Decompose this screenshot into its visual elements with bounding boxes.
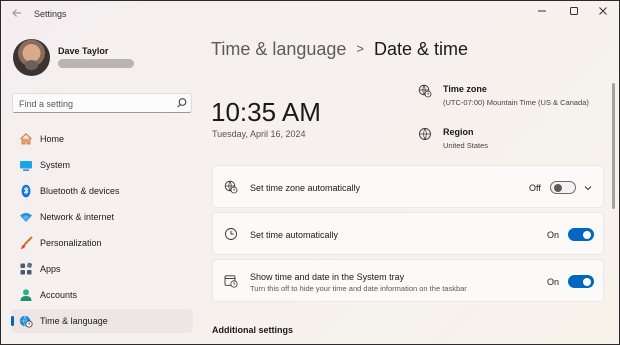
close-button[interactable]: [592, 5, 614, 21]
setting-label: Show time and date in the System tray: [250, 272, 405, 282]
redacted-email: [58, 59, 134, 68]
timezone-value: (UTC-07:00) Mountain Time (US & Canada): [443, 98, 589, 107]
search-input[interactable]: [19, 97, 169, 110]
globe-clock-icon: [418, 84, 432, 98]
brush-icon: [20, 236, 33, 249]
globe-sync-icon: [224, 180, 238, 194]
region-value: United States: [443, 141, 489, 150]
setting-description: Turn this off to hide your time and date…: [250, 284, 467, 293]
sidebar-item-label: Personalization: [40, 238, 102, 248]
search-icon: [177, 98, 187, 108]
maximize-button[interactable]: [563, 5, 585, 21]
close-icon: [599, 7, 607, 15]
current-time: 10:35 AM: [211, 97, 321, 127]
setting-label: Set time zone automatically: [250, 183, 361, 193]
sidebar-item-system[interactable]: System: [11, 153, 193, 177]
sidebar-item-label: Bluetooth & devices: [40, 186, 120, 196]
person-icon: [20, 289, 32, 301]
maximize-icon: [570, 7, 578, 15]
sidebar-item-label: System: [40, 160, 71, 170]
setting-card-time-auto[interactable]: Set time automatically On: [212, 212, 604, 255]
calendar-clock-icon: [224, 275, 238, 288]
toggle-knob: [554, 183, 562, 192]
sidebar-item-home[interactable]: Home: [11, 127, 193, 151]
minimize-icon: [538, 10, 546, 12]
toggle-state-label: Off: [529, 183, 541, 193]
setting-card-timezone-auto[interactable]: Set time zone automatically Off: [212, 165, 604, 208]
settings-window: Settings Dave Taylor Find a setting Home…: [1, 1, 619, 344]
chevron-down-icon[interactable]: [583, 183, 593, 193]
sidebar-item-accounts[interactable]: Accounts: [11, 283, 193, 307]
time-auto-toggle[interactable]: [568, 228, 594, 241]
globe-icon: [419, 128, 431, 140]
timezone-auto-toggle[interactable]: [550, 181, 576, 194]
breadcrumb: Time & language > Date & time: [211, 39, 468, 60]
system-tray-toggle[interactable]: [568, 275, 594, 288]
wifi-icon: [20, 213, 32, 222]
additional-settings-heading: Additional settings: [212, 325, 293, 335]
page-title: Date & time: [374, 39, 469, 59]
back-button[interactable]: [9, 7, 25, 23]
sidebar-item-label: Network & internet: [40, 212, 115, 222]
apps-icon: [20, 262, 33, 275]
user-name: Dave Taylor: [58, 46, 109, 56]
active-indicator: [11, 316, 14, 326]
bluetooth-icon: [21, 184, 31, 198]
current-date: Tuesday, April 16, 2024: [212, 129, 306, 139]
avatar: [13, 39, 50, 76]
sidebar-item-label: Accounts: [40, 290, 78, 300]
back-arrow-icon: [12, 9, 21, 17]
app-title: Settings: [34, 9, 67, 19]
sidebar-item-label: Home: [40, 134, 65, 144]
sidebar-item-label: Apps: [40, 264, 61, 274]
sidebar-item-apps[interactable]: Apps: [11, 257, 193, 281]
sidebar-item-time-language[interactable]: Time & language: [11, 309, 193, 333]
clock-icon: [225, 228, 237, 240]
sidebar-item-label: Time & language: [40, 316, 108, 326]
minimize-button[interactable]: [531, 5, 553, 21]
sidebar-item-personalization[interactable]: Personalization: [11, 231, 193, 255]
title-bar: Settings: [1, 1, 619, 29]
clock-globe-icon: [19, 315, 33, 328]
avatar-beard: [25, 60, 38, 70]
sidebar-item-bluetooth[interactable]: Bluetooth & devices: [11, 179, 193, 203]
search-box[interactable]: [12, 93, 192, 113]
timezone-title: Time zone: [443, 84, 487, 94]
home-icon: [20, 133, 32, 145]
scrollbar[interactable]: [612, 83, 615, 209]
setting-label: Set time automatically: [250, 230, 339, 240]
setting-card-system-tray[interactable]: Show time and date in the System tray Tu…: [212, 259, 604, 302]
toggle-state-label: On: [547, 277, 560, 287]
breadcrumb-separator: >: [356, 41, 365, 56]
region-title: Region: [443, 127, 474, 137]
sidebar-item-network[interactable]: Network & internet: [11, 205, 193, 229]
breadcrumb-parent[interactable]: Time & language: [211, 39, 346, 59]
toggle-knob: [583, 277, 591, 286]
monitor-icon: [20, 161, 32, 171]
toggle-knob: [583, 230, 591, 239]
toggle-state-label: On: [547, 230, 560, 240]
